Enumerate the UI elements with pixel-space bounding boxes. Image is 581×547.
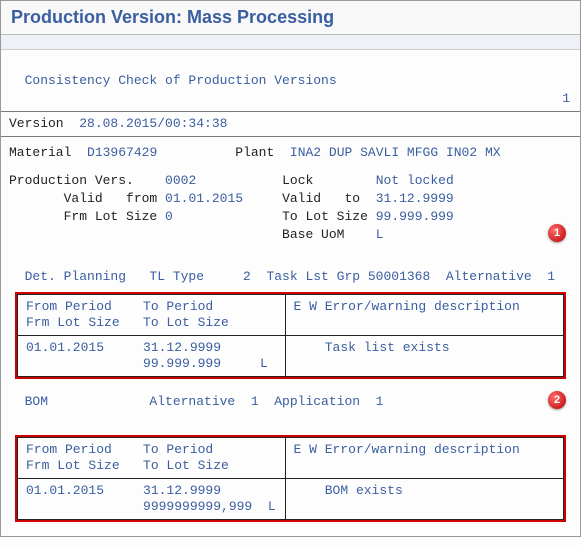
prodvers-line-2: Valid from 01.01.2015 Valid to 31.12.999… xyxy=(9,190,572,208)
det-planning-line: Det. Planning TL Type 2 Task Lst Grp 500… xyxy=(9,268,572,286)
cell-right: Task list exists xyxy=(285,336,563,377)
toolbar-placeholder xyxy=(1,35,580,50)
valid-to-value: 31.12.9999 xyxy=(376,191,454,206)
prodvers-line-1: Production Vers. 0002 Lock Not locked xyxy=(9,172,572,190)
bom-box: From Period To Period Frm Lot Size To Lo… xyxy=(15,435,566,522)
col-header-right: E W Error/warning description xyxy=(285,295,563,336)
bom-line-text: BOM Alternative 1 Application 1 xyxy=(9,394,383,409)
frm-lot-value: 0 xyxy=(165,209,173,224)
uom-label: Base UoM xyxy=(282,227,344,242)
material-line: Material D13967429 Plant INA2 DUP SAVLI … xyxy=(9,144,572,162)
cell-right: BOM exists xyxy=(285,479,563,520)
material-value: D13967429 xyxy=(87,145,157,160)
table-row: 01.01.2015 31.12.9999 99.999.999 L Task … xyxy=(18,336,564,377)
prodvers-line-4: Base UoM L 1 xyxy=(9,226,572,262)
det-planning-table: From Period To Period Frm Lot Size To Lo… xyxy=(17,294,564,377)
bom-table: From Period To Period Frm Lot Size To Lo… xyxy=(17,437,564,520)
page-title: Production Version: Mass Processing xyxy=(1,1,580,35)
col-header-right: E W Error/warning description xyxy=(285,438,563,479)
valid-to-label: Valid to xyxy=(282,191,360,206)
frm-lot-label: Frm Lot Size xyxy=(64,209,158,224)
plant-desc: DUP SAVLI MFGG IN02 MX xyxy=(329,145,501,160)
plant-label: Plant xyxy=(235,145,274,160)
plant-code: INA2 xyxy=(290,145,321,160)
table-row: From Period To Period Frm Lot Size To Lo… xyxy=(18,295,564,336)
prodvers-value: 0002 xyxy=(165,173,196,188)
valid-from-label: Valid from xyxy=(64,191,158,206)
version-label: Version xyxy=(9,116,64,131)
col-header-left: From Period To Period Frm Lot Size To Lo… xyxy=(18,438,286,479)
cell-left: 01.01.2015 31.12.9999 9999999999,999 L xyxy=(18,479,286,520)
prodvers-line-3: Frm Lot Size 0 To Lot Size 99.999.999 xyxy=(9,208,572,226)
lock-value: Not locked xyxy=(376,173,454,188)
report-body: Consistency Check of Production Versions… xyxy=(1,50,580,536)
table-row: 01.01.2015 31.12.9999 9999999999,999 L B… xyxy=(18,479,564,520)
version-value: 28.08.2015/00:34:38 xyxy=(79,116,227,131)
callout-1-icon: 1 xyxy=(548,224,566,242)
valid-from-value: 01.01.2015 xyxy=(165,191,243,206)
col-header-left: From Period To Period Frm Lot Size To Lo… xyxy=(18,295,286,336)
det-planning-box: From Period To Period Frm Lot Size To Lo… xyxy=(15,292,566,379)
rule-2 xyxy=(1,136,580,137)
table-row: From Period To Period Frm Lot Size To Lo… xyxy=(18,438,564,479)
consistency-check-line: Consistency Check of Production Versions… xyxy=(9,54,572,108)
cell-left: 01.01.2015 31.12.9999 99.999.999 L xyxy=(18,336,286,377)
to-lot-value: 99.999.999 xyxy=(376,209,454,224)
page-number: 1 xyxy=(562,90,570,108)
uom-value: L xyxy=(376,227,384,242)
callout-2-icon: 2 xyxy=(548,391,566,409)
consistency-check-label: Consistency Check of Production Versions xyxy=(25,73,337,88)
to-lot-label: To Lot Size xyxy=(282,209,368,224)
version-line: Version 28.08.2015/00:34:38 xyxy=(9,115,572,133)
bom-line: BOM Alternative 1 Application 1 2 xyxy=(9,393,572,429)
material-label: Material xyxy=(9,145,71,160)
prodvers-label: Production Vers. xyxy=(9,173,134,188)
lock-label: Lock xyxy=(282,173,313,188)
rule-1 xyxy=(1,111,580,112)
